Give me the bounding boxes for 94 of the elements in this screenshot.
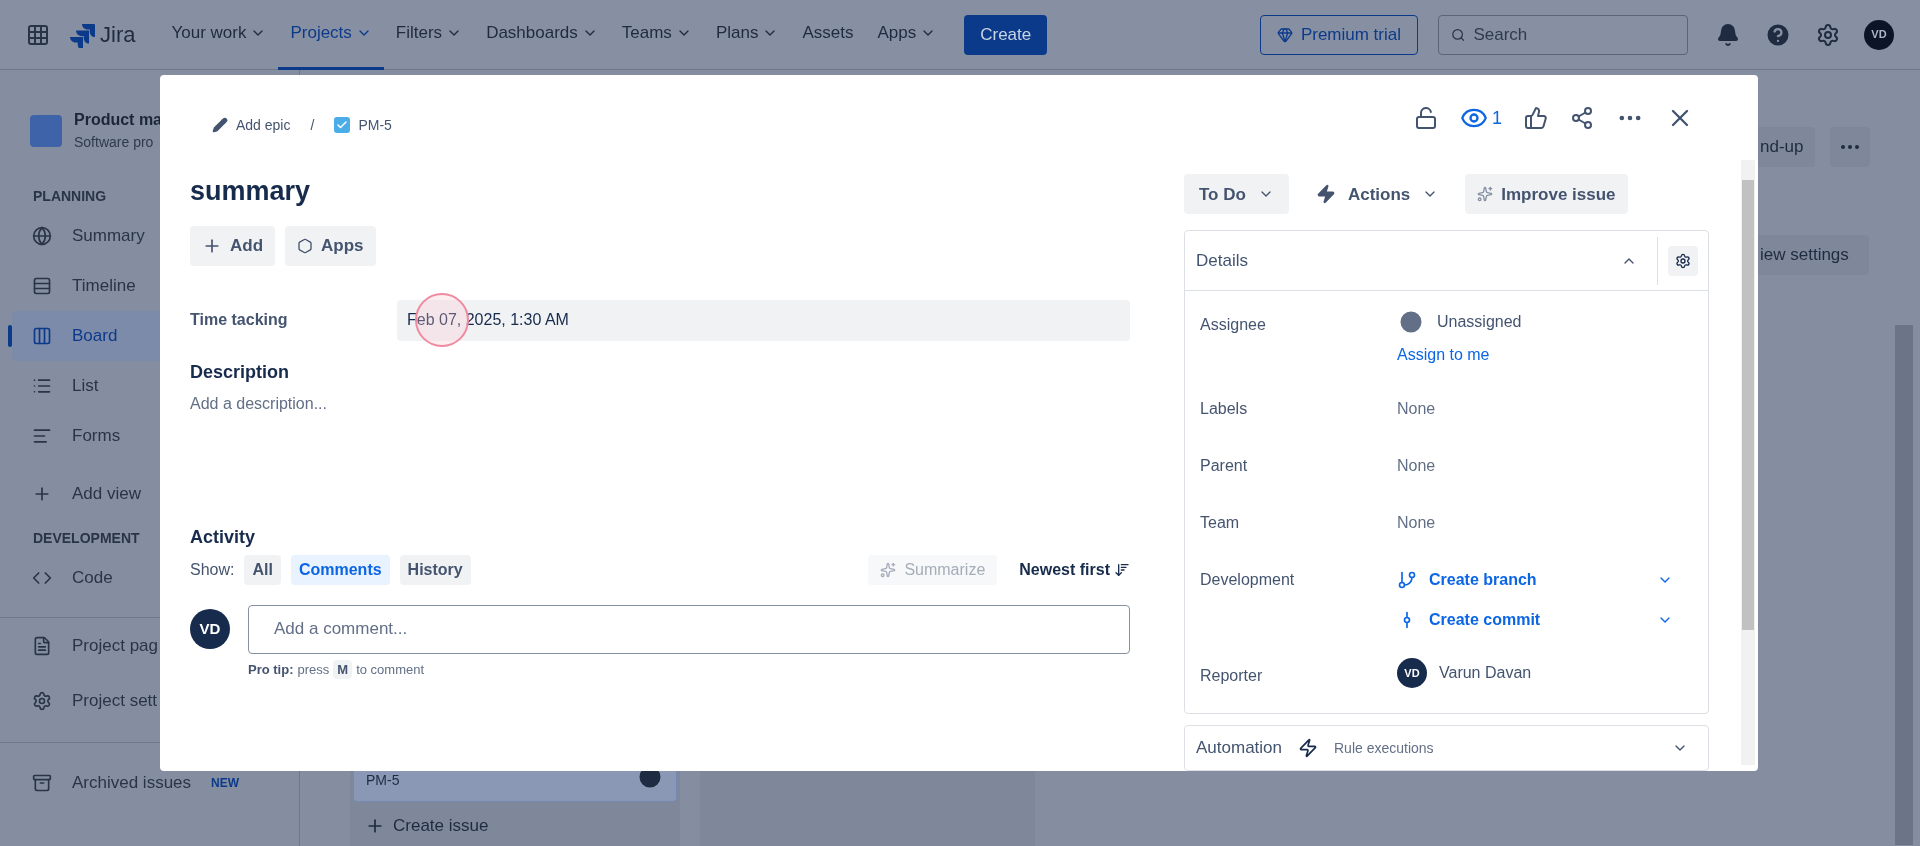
add-epic-link[interactable]: Add epic bbox=[212, 114, 291, 136]
project-avatar bbox=[30, 114, 62, 147]
issue-title[interactable]: summary bbox=[190, 171, 1130, 212]
forms-icon bbox=[32, 426, 52, 446]
nav-tab[interactable]: Filters bbox=[383, 0, 475, 70]
nav-tab[interactable]: Dashboards bbox=[474, 0, 610, 70]
improve-issue-button[interactable]: Improve issue bbox=[1465, 174, 1628, 215]
field-label: Reporter bbox=[1200, 666, 1264, 687]
nav-tab[interactable]: Apps bbox=[865, 0, 949, 70]
diamond-icon bbox=[1276, 26, 1293, 43]
field-value[interactable]: Varun Davan bbox=[1439, 661, 1532, 686]
field-label: Labels bbox=[1200, 399, 1249, 420]
field-label: Development bbox=[1200, 570, 1296, 591]
share-icon[interactable] bbox=[1570, 106, 1594, 131]
archive-icon bbox=[32, 772, 52, 793]
lock-icon[interactable] bbox=[1414, 106, 1438, 131]
breadcrumb-separator: / bbox=[310, 115, 315, 135]
search-field[interactable]: Search bbox=[1438, 14, 1688, 55]
page-icon bbox=[32, 635, 52, 656]
section-heading: PLANNING bbox=[33, 186, 107, 206]
user-avatar: VD bbox=[1397, 658, 1427, 689]
section-title: Description bbox=[190, 360, 291, 384]
summary-icon bbox=[32, 226, 52, 246]
settings-icon bbox=[32, 690, 52, 711]
hexagon-icon bbox=[297, 237, 314, 254]
lightning-icon bbox=[1315, 184, 1336, 205]
nav-tab[interactable]: Teams bbox=[609, 0, 704, 70]
field-value[interactable]: None bbox=[1397, 389, 1693, 422]
field-label: Parent bbox=[1200, 456, 1249, 477]
status-button[interactable]: To Do bbox=[1184, 174, 1289, 215]
panel-title: Details bbox=[1196, 250, 1249, 272]
sort-button[interactable]: Newest first bbox=[1019, 554, 1130, 585]
automation-panel[interactable]: Automation Rule executions bbox=[1184, 725, 1709, 771]
field-value[interactable]: Unassigned bbox=[1437, 310, 1522, 335]
product-name[interactable]: Jira bbox=[100, 18, 136, 51]
search-input[interactable]: Search bbox=[1473, 21, 1675, 48]
search-icon bbox=[1451, 26, 1466, 43]
panel-subtitle: Rule executions bbox=[1334, 738, 1435, 758]
user-avatar[interactable]: VD bbox=[1864, 19, 1894, 50]
settings-icon bbox=[1675, 252, 1691, 269]
user-avatar: VD bbox=[190, 609, 230, 649]
create-commit-link[interactable]: Create commit bbox=[1397, 600, 1693, 641]
show-label: Show: bbox=[190, 559, 235, 580]
section-title: Activity bbox=[190, 525, 257, 549]
create-button[interactable]: Create bbox=[964, 14, 1048, 55]
section-heading: DEVELOPMENT bbox=[33, 528, 140, 548]
branch-icon bbox=[1397, 570, 1417, 591]
checkbox-icon bbox=[334, 117, 351, 133]
thumbs-up-icon[interactable] bbox=[1524, 106, 1548, 131]
date-field[interactable]: Feb 07, 2025, 1:30 AM bbox=[397, 299, 1130, 341]
field-label: Assignee bbox=[1200, 315, 1267, 336]
apps-button[interactable]: Apps bbox=[285, 225, 376, 266]
jira-logo-icon bbox=[70, 21, 96, 48]
create-branch-link[interactable]: Create branch bbox=[1397, 560, 1693, 601]
pro-tip: Pro tip: press M to comment bbox=[248, 659, 426, 679]
issue-key: PM-5 bbox=[366, 770, 400, 791]
lightning-icon bbox=[1298, 738, 1318, 759]
more-button[interactable] bbox=[1830, 127, 1870, 167]
timeline-icon bbox=[32, 276, 52, 296]
field-value[interactable]: None bbox=[1397, 503, 1693, 536]
nav-tab[interactable]: Assets bbox=[790, 0, 866, 70]
assign-to-me-link[interactable]: Assign to me bbox=[1397, 343, 1490, 368]
panel-title: Automation bbox=[1196, 737, 1282, 760]
sidebar-item[interactable]: Archived issues NEW bbox=[12, 755, 287, 810]
activity-filter[interactable]: History bbox=[399, 554, 471, 585]
settings-icon[interactable] bbox=[1816, 22, 1840, 47]
field-label: Team bbox=[1200, 513, 1241, 534]
sidebar-item[interactable]: Add view bbox=[12, 469, 287, 519]
actions-button[interactable]: Actions bbox=[1300, 174, 1454, 215]
new-label: NEW bbox=[211, 774, 240, 792]
add-button[interactable]: Add bbox=[190, 225, 276, 266]
issue-key-link[interactable]: PM-5 bbox=[334, 114, 392, 136]
field-value[interactable]: None bbox=[1397, 446, 1693, 479]
sparkle-icon bbox=[1477, 186, 1494, 203]
settings-button[interactable] bbox=[1668, 245, 1698, 276]
comment-field[interactable]: Add a comment... bbox=[248, 604, 1130, 654]
nav-tab[interactable]: Your work bbox=[159, 0, 279, 70]
field-label: Time tacking bbox=[190, 310, 289, 330]
project-type: Software pro bbox=[74, 133, 155, 152]
create-issue-button[interactable]: Create issue bbox=[353, 810, 501, 842]
watch-button[interactable]: 1 bbox=[1460, 104, 1502, 133]
activity-filter[interactable]: All bbox=[244, 554, 281, 585]
more-icon bbox=[1841, 145, 1859, 149]
nav-tab[interactable]: Plans bbox=[703, 0, 791, 70]
activity-filter[interactable]: Comments bbox=[290, 554, 390, 585]
notifications-icon[interactable] bbox=[1716, 22, 1740, 47]
list-icon bbox=[32, 376, 52, 396]
pencil-icon bbox=[212, 117, 228, 133]
sort-icon bbox=[1114, 561, 1130, 578]
app-switcher-icon[interactable] bbox=[26, 22, 50, 47]
premium-trial-button[interactable]: Premium trial bbox=[1259, 14, 1418, 55]
board-icon bbox=[32, 326, 52, 346]
nav-tab[interactable]: Projects bbox=[278, 0, 384, 70]
sparkle-icon bbox=[880, 561, 897, 578]
